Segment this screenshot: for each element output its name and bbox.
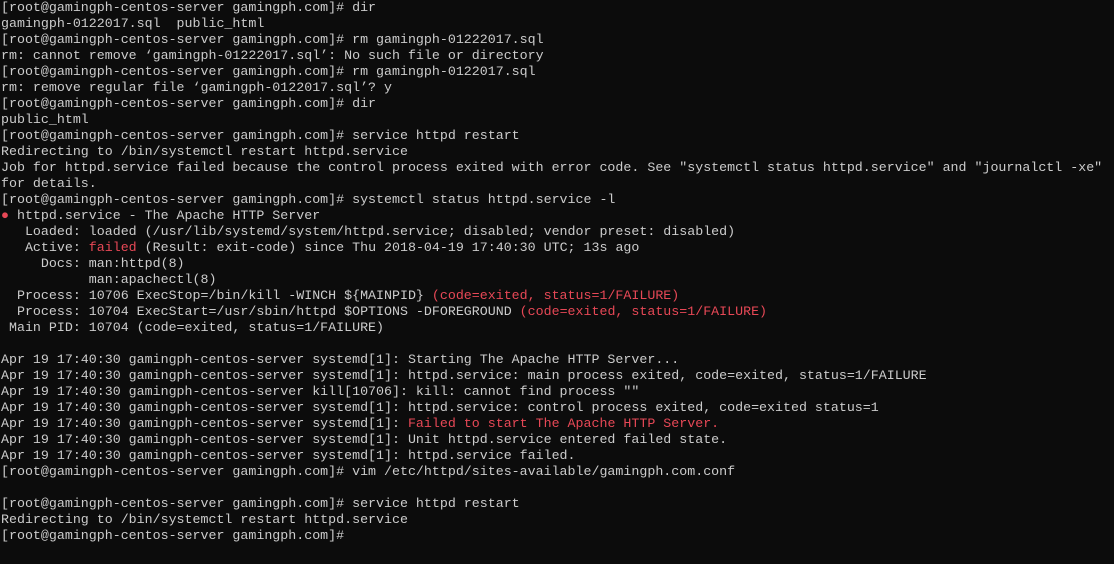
terminal-text: gamingph-0122017.sql public_html	[1, 16, 265, 31]
terminal-line: Apr 19 17:40:30 gamingph-centos-server s…	[1, 432, 1114, 448]
terminal-text: [root@gamingph-centos-server gamingph.co…	[1, 64, 536, 79]
terminal-line: [root@gamingph-centos-server gamingph.co…	[1, 64, 1114, 80]
terminal-line: ● httpd.service - The Apache HTTP Server	[1, 208, 1114, 224]
terminal-line: [root@gamingph-centos-server gamingph.co…	[1, 192, 1114, 208]
terminal-line: for details.	[1, 176, 1114, 192]
terminal-text: rm: cannot remove ‘gamingph-01222017.sql…	[1, 48, 544, 63]
terminal-text: Redirecting to /bin/systemctl restart ht…	[1, 512, 408, 527]
terminal-line: [root@gamingph-centos-server gamingph.co…	[1, 528, 1114, 544]
terminal-line: Process: 10706 ExecStop=/bin/kill -WINCH…	[1, 288, 1114, 304]
terminal-text: Apr 19 17:40:30 gamingph-centos-server s…	[1, 368, 927, 383]
terminal-text: Apr 19 17:40:30 gamingph-centos-server s…	[1, 448, 576, 463]
terminal-text: [root@gamingph-centos-server gamingph.co…	[1, 464, 736, 479]
terminal-line: Process: 10704 ExecStart=/usr/sbin/httpd…	[1, 304, 1114, 320]
terminal-text: Docs: man:httpd(8)	[1, 256, 185, 271]
terminal-text: for details.	[1, 176, 97, 191]
terminal-text: Redirecting to /bin/systemctl restart ht…	[1, 144, 408, 159]
error-text: failed	[88, 240, 137, 255]
terminal-line: Loaded: loaded (/usr/lib/systemd/system/…	[1, 224, 1114, 240]
terminal-line: Docs: man:httpd(8)	[1, 256, 1114, 272]
terminal-line: gamingph-0122017.sql public_html	[1, 16, 1114, 32]
error-text: (code=exited, status=1/FAILURE)	[519, 304, 768, 319]
terminal-text: Apr 19 17:40:30 gamingph-centos-server k…	[1, 384, 640, 399]
terminal-text: [root@gamingph-centos-server gamingph.co…	[1, 0, 377, 15]
terminal-text: rm: remove regular file ‘gamingph-012201…	[1, 80, 392, 95]
terminal-text: Process: 10704 ExecStart=/usr/sbin/httpd…	[1, 304, 520, 319]
terminal-line: Active: failed (Result: exit-code) since…	[1, 240, 1114, 256]
terminal-text: Job for httpd.service failed because the…	[1, 160, 1103, 175]
terminal-line: Apr 19 17:40:30 gamingph-centos-server s…	[1, 400, 1114, 416]
terminal-line: Apr 19 17:40:30 gamingph-centos-server s…	[1, 352, 1114, 368]
terminal-text: [root@gamingph-centos-server gamingph.co…	[1, 128, 520, 143]
terminal-text: [root@gamingph-centos-server gamingph.co…	[1, 192, 616, 207]
terminal-text: Active:	[1, 240, 89, 255]
terminal-line: [root@gamingph-centos-server gamingph.co…	[1, 496, 1114, 512]
terminal-line: Apr 19 17:40:30 gamingph-centos-server k…	[1, 384, 1114, 400]
terminal-line: Apr 19 17:40:30 gamingph-centos-server s…	[1, 368, 1114, 384]
terminal-text: (Result: exit-code) since Thu 2018-04-19…	[136, 240, 640, 255]
error-text: (code=exited, status=1/FAILURE)	[431, 288, 680, 303]
terminal-line: [root@gamingph-centos-server gamingph.co…	[1, 32, 1114, 48]
terminal-line: [root@gamingph-centos-server gamingph.co…	[1, 0, 1114, 16]
terminal-text: Apr 19 17:40:30 gamingph-centos-server s…	[1, 416, 408, 431]
terminal-line: Main PID: 10704 (code=exited, status=1/F…	[1, 320, 1114, 336]
terminal-line: Job for httpd.service failed because the…	[1, 160, 1114, 176]
error-text: Failed to start The Apache HTTP Server.	[407, 416, 720, 431]
terminal-text: public_html	[1, 112, 89, 127]
terminal-text: Process: 10706 ExecStop=/bin/kill -WINCH…	[1, 288, 432, 303]
terminal-text: [root@gamingph-centos-server gamingph.co…	[1, 32, 544, 47]
terminal-text: Apr 19 17:40:30 gamingph-centos-server s…	[1, 400, 879, 415]
terminal-text: Main PID: 10704 (code=exited, status=1/F…	[1, 320, 385, 335]
terminal-line: Apr 19 17:40:30 gamingph-centos-server s…	[1, 416, 1114, 432]
terminal-text: httpd.service - The Apache HTTP Server	[8, 208, 321, 223]
terminal-text: [root@gamingph-centos-server gamingph.co…	[1, 496, 520, 511]
terminal-line: [root@gamingph-centos-server gamingph.co…	[1, 464, 1114, 480]
terminal-line: man:apachectl(8)	[1, 272, 1114, 288]
terminal-line: rm: remove regular file ‘gamingph-012201…	[1, 80, 1114, 96]
terminal-text: [root@gamingph-centos-server gamingph.co…	[1, 96, 377, 111]
terminal-text: [root@gamingph-centos-server gamingph.co…	[1, 528, 345, 543]
terminal-text: man:apachectl(8)	[1, 272, 217, 287]
terminal-line: Apr 19 17:40:30 gamingph-centos-server s…	[1, 448, 1114, 464]
terminal-text: Loaded: loaded (/usr/lib/systemd/system/…	[1, 224, 736, 239]
terminal-line: Redirecting to /bin/systemctl restart ht…	[1, 512, 1114, 528]
terminal-window[interactable]: [root@gamingph-centos-server gamingph.co…	[0, 0, 1114, 564]
terminal-text: Apr 19 17:40:30 gamingph-centos-server s…	[1, 432, 728, 447]
status-dot-icon: ●	[1, 208, 9, 223]
terminal-line: rm: cannot remove ‘gamingph-01222017.sql…	[1, 48, 1114, 64]
terminal-line: public_html	[1, 112, 1114, 128]
terminal-text: Apr 19 17:40:30 gamingph-centos-server s…	[1, 352, 680, 367]
terminal-line: [root@gamingph-centos-server gamingph.co…	[1, 128, 1114, 144]
terminal-line: Redirecting to /bin/systemctl restart ht…	[1, 144, 1114, 160]
terminal-line: [root@gamingph-centos-server gamingph.co…	[1, 96, 1114, 112]
